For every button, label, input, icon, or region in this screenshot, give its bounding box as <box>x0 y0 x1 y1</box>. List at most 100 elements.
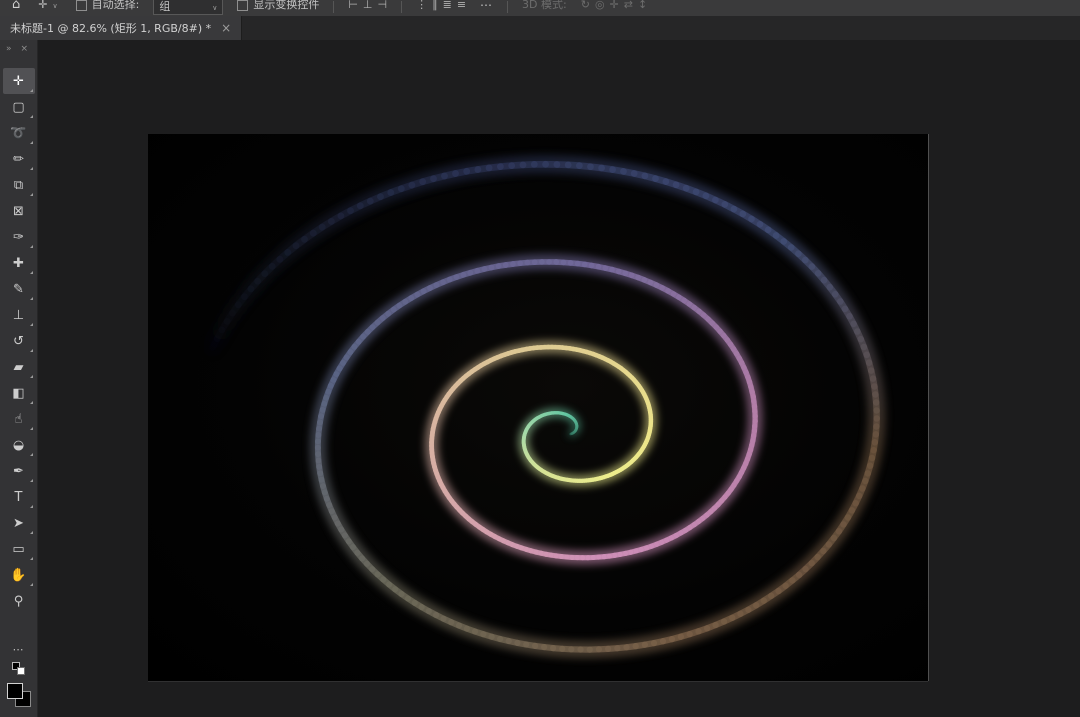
history-brush-tool-icon: ↺ <box>13 334 24 349</box>
align-icons-group: ⊢ ⊥ ⊣ <box>348 0 387 15</box>
path-selection-tool[interactable]: ➤ <box>3 510 35 536</box>
rectangle-tool-icon: ▭ <box>12 542 24 557</box>
canvas-area[interactable] <box>38 40 1080 717</box>
zoom-tool-icon: ⚲ <box>14 594 24 609</box>
home-icon[interactable]: ⌂ <box>12 0 20 15</box>
foreground-color-swatch[interactable] <box>7 683 23 699</box>
flyout-corner <box>30 141 33 144</box>
distribute-icons-group: ⋮ ∥ ≣ ≡ <box>416 0 466 15</box>
spiral-artwork <box>148 134 928 681</box>
3d-mode-icons-group: ↻ ◎ ✛ ⇄ ↕ <box>581 0 647 15</box>
flyout-corner <box>30 427 33 430</box>
clone-stamp-tool[interactable]: ⊥ <box>3 302 35 328</box>
move-tool[interactable]: ✛ <box>3 68 35 94</box>
chevron-down-icon: ∨ <box>212 0 217 17</box>
flyout-corner <box>30 323 33 326</box>
document-canvas[interactable] <box>148 134 928 681</box>
align-right-icon[interactable]: ⊣ <box>378 0 388 15</box>
flyout-corner <box>30 583 33 586</box>
clone-stamp-tool-icon: ⊥ <box>13 308 24 323</box>
frame-tool-icon: ⊠ <box>13 204 24 219</box>
brush-tool-icon: ✎ <box>13 282 24 297</box>
quick-selection-tool-icon: ✏ <box>13 152 24 167</box>
close-icon[interactable]: × <box>221 22 231 34</box>
pen-tool-icon: ✒ <box>13 464 24 479</box>
rectangle-tool[interactable]: ▭ <box>3 536 35 562</box>
tools-list: ✛ ▢ ➰ ✏ ⧉ ⊠ ✑ ✚ ✎ ⊥ ↺ ▰ ◧ ☝ ◒ ✒ T ➤ ▭ ✋ ⚲ <box>3 68 35 614</box>
hand-tool-icon: ✋ <box>10 568 26 583</box>
collapse-panel-icon[interactable]: » <box>6 44 12 54</box>
align-center-icon[interactable]: ⊥ <box>363 0 373 15</box>
align-left-icon[interactable]: ⊢ <box>348 0 358 15</box>
crop-tool-icon: ⧉ <box>14 178 23 193</box>
auto-select-checkbox[interactable] <box>76 0 87 11</box>
close-panel-icon[interactable]: × <box>21 44 29 54</box>
flyout-corner <box>30 271 33 274</box>
history-brush-tool[interactable]: ↺ <box>3 328 35 354</box>
3d-mode-label: 3D 模式: <box>522 0 567 15</box>
path-selection-tool-icon: ➤ <box>13 516 24 531</box>
3d-roll-icon[interactable]: ◎ <box>595 0 605 15</box>
show-transform-checkbox[interactable] <box>237 0 248 11</box>
flyout-corner <box>30 115 33 118</box>
auto-select-label: 自动选择: <box>92 0 140 15</box>
default-colors-icon[interactable] <box>12 662 25 675</box>
3d-slide-icon[interactable]: ⇄ <box>624 0 633 15</box>
smudge-tool[interactable]: ☝ <box>3 406 35 432</box>
dodge-tool[interactable]: ◒ <box>3 432 35 458</box>
more-align-options-button[interactable]: ⋯ <box>480 0 493 15</box>
flyout-corner <box>30 167 33 170</box>
zoom-tool[interactable]: ⚲ <box>3 588 35 614</box>
brush-tool[interactable]: ✎ <box>3 276 35 302</box>
separator <box>507 1 508 13</box>
tools-panel-header: » × <box>0 40 37 58</box>
rectangular-marquee-tool-icon: ▢ <box>12 100 24 115</box>
show-transform-option: 显示变换控件 <box>237 0 319 15</box>
show-transform-label: 显示变换控件 <box>253 0 319 15</box>
tools-panel-bottom: ⋯ <box>6 643 32 717</box>
gradient-tool[interactable]: ◧ <box>3 380 35 406</box>
auto-select-target-dropdown[interactable]: 组 ∨ <box>153 0 223 15</box>
eyedropper-tool-icon: ✑ <box>13 230 24 245</box>
separator <box>333 1 334 13</box>
default-background-swatch <box>17 667 25 675</box>
options-bar: ⌂ ✛ ∨ 自动选择: 组 ∨ 显示变换控件 ⊢ ⊥ ⊣ ⋮ ∥ ≣ ≡ ⋯ 3D 模式:… <box>0 0 1080 17</box>
dodge-tool-icon: ◒ <box>13 438 24 453</box>
distribute-vertical-icon[interactable]: ∥ <box>432 0 438 15</box>
distribute-top-icon[interactable]: ⋮ <box>416 0 427 15</box>
flyout-corner <box>30 453 33 456</box>
flyout-corner <box>30 505 33 508</box>
document-tab[interactable]: 未标题-1 @ 82.6% (矩形 1, RGB/8#) * × <box>0 16 242 40</box>
3d-scale-icon[interactable]: ↕ <box>638 0 647 15</box>
flyout-corner <box>30 349 33 352</box>
distribute-bottom-icon[interactable]: ≡ <box>457 0 466 15</box>
gradient-tool-icon: ◧ <box>12 386 24 401</box>
hand-tool[interactable]: ✋ <box>3 562 35 588</box>
lasso-tool-icon: ➰ <box>10 126 26 141</box>
type-tool[interactable]: T <box>3 484 35 510</box>
spot-healing-brush-tool[interactable]: ✚ <box>3 250 35 276</box>
flyout-corner <box>30 297 33 300</box>
eraser-tool-icon: ▰ <box>14 360 24 375</box>
3d-pan-icon[interactable]: ✛ <box>610 0 619 15</box>
lasso-tool[interactable]: ➰ <box>3 120 35 146</box>
distribute-horizontal-icon[interactable]: ≣ <box>443 0 452 15</box>
edit-toolbar-button[interactable]: ⋯ <box>13 643 25 656</box>
pen-tool[interactable]: ✒ <box>3 458 35 484</box>
quick-selection-tool[interactable]: ✏ <box>3 146 35 172</box>
rectangular-marquee-tool[interactable]: ▢ <box>3 94 35 120</box>
3d-rotate-icon[interactable]: ↻ <box>581 0 590 15</box>
flyout-corner <box>30 401 33 404</box>
frame-tool[interactable]: ⊠ <box>3 198 35 224</box>
flyout-corner <box>30 531 33 534</box>
eraser-tool[interactable]: ▰ <box>3 354 35 380</box>
current-tool-button[interactable]: ✛ ∨ <box>34 0 61 15</box>
document-tab-title: 未标题-1 @ 82.6% (矩形 1, RGB/8#) * <box>10 20 211 36</box>
document-tab-bar: 未标题-1 @ 82.6% (矩形 1, RGB/8#) * × <box>0 16 1080 40</box>
auto-select-option: 自动选择: <box>76 0 140 15</box>
spot-healing-brush-tool-icon: ✚ <box>13 256 24 271</box>
crop-tool[interactable]: ⧉ <box>3 172 35 198</box>
eyedropper-tool[interactable]: ✑ <box>3 224 35 250</box>
type-tool-icon: T <box>15 490 23 505</box>
move-icon: ✛ <box>38 0 47 15</box>
